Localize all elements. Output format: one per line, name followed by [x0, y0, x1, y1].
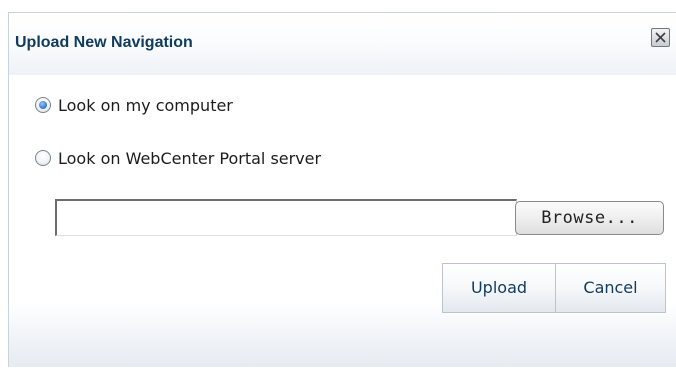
- radio-option-my-computer[interactable]: Look on my computer: [35, 94, 233, 116]
- radio-button-unselected[interactable]: [35, 150, 51, 166]
- dialog-title: Upload New Navigation: [15, 34, 193, 51]
- radio-label-my-computer: Look on my computer: [58, 95, 233, 115]
- cancel-button[interactable]: Cancel: [555, 263, 666, 313]
- close-x-icon: [655, 32, 666, 43]
- file-path-input[interactable]: [55, 199, 517, 236]
- browse-button[interactable]: Browse...: [515, 201, 664, 235]
- close-button[interactable]: [651, 28, 670, 47]
- radio-button-selected[interactable]: [35, 97, 51, 113]
- radio-label-webcenter-server: Look on WebCenter Portal server: [58, 148, 322, 168]
- dialog-header: Upload New Navigation: [9, 13, 676, 75]
- radio-option-webcenter-server[interactable]: Look on WebCenter Portal server: [35, 147, 321, 169]
- upload-navigation-dialog: Upload New Navigation Look on my compute…: [8, 12, 676, 367]
- upload-button[interactable]: Upload: [442, 263, 556, 313]
